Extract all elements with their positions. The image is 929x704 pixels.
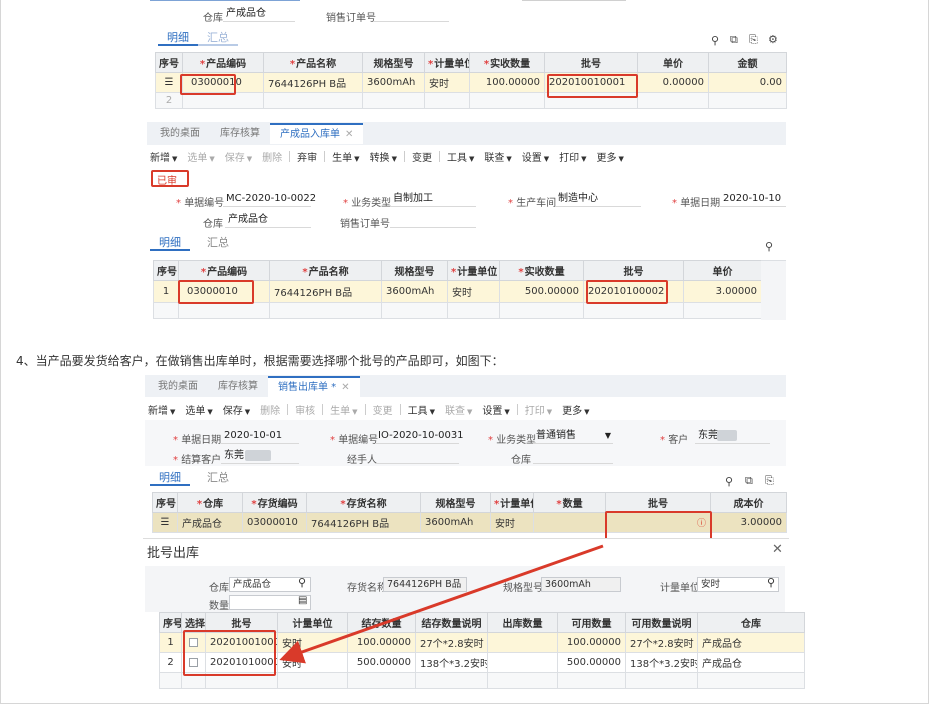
- annotation-arrow: [279, 544, 604, 664]
